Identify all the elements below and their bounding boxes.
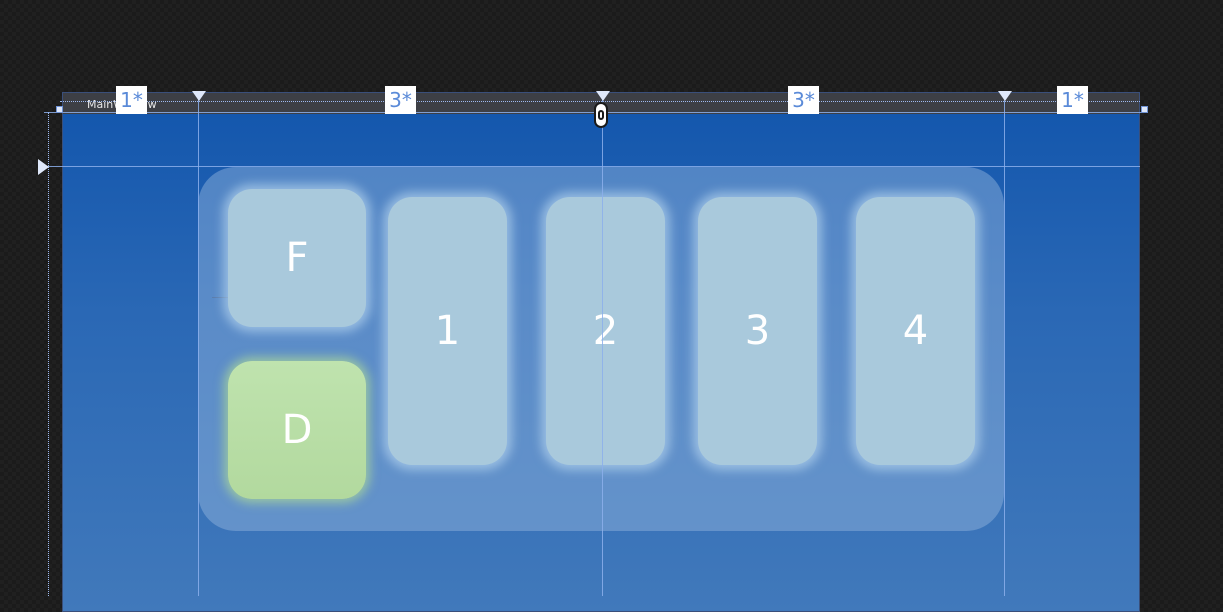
resize-handle-right[interactable] <box>1141 106 1148 113</box>
key-3-label: 3 <box>744 308 771 354</box>
grid-row-divider[interactable] <box>44 166 1140 167</box>
key-3-button[interactable]: 3 <box>698 197 817 465</box>
column-size-badge-4[interactable]: 1* <box>1057 86 1088 114</box>
column-size-badge-1[interactable]: 1* <box>116 86 147 114</box>
column-size-badge-2[interactable]: 3* <box>385 86 416 114</box>
row-marker-icon[interactable] <box>38 159 49 175</box>
key-2-button[interactable]: 2 <box>546 197 665 465</box>
grid-left-dotted-line <box>48 112 49 596</box>
grid-top-border-line <box>44 112 1142 113</box>
column-marker-2-icon[interactable] <box>596 91 610 101</box>
resize-handle-left[interactable] <box>56 106 63 113</box>
grid-column-divider-3[interactable] <box>1004 96 1005 596</box>
link-lock-icon[interactable] <box>594 102 608 128</box>
key-1-label: 1 <box>434 308 461 354</box>
key-4-label: 4 <box>902 308 929 354</box>
column-marker-3-icon[interactable] <box>998 91 1012 101</box>
key-d-button[interactable]: D <box>228 361 366 499</box>
key-1-button[interactable]: 1 <box>388 197 507 465</box>
key-2-label: 2 <box>592 308 619 354</box>
grid-column-divider-1[interactable] <box>198 96 199 596</box>
column-size-badge-3[interactable]: 3* <box>788 86 819 114</box>
key-4-button[interactable]: 4 <box>856 197 975 465</box>
grid-column-divider-2[interactable] <box>602 96 603 596</box>
key-f-label: F <box>285 235 309 281</box>
key-d-label: D <box>281 407 313 453</box>
column-marker-1-icon[interactable] <box>192 91 206 101</box>
key-f-button[interactable]: F <box>228 189 366 327</box>
